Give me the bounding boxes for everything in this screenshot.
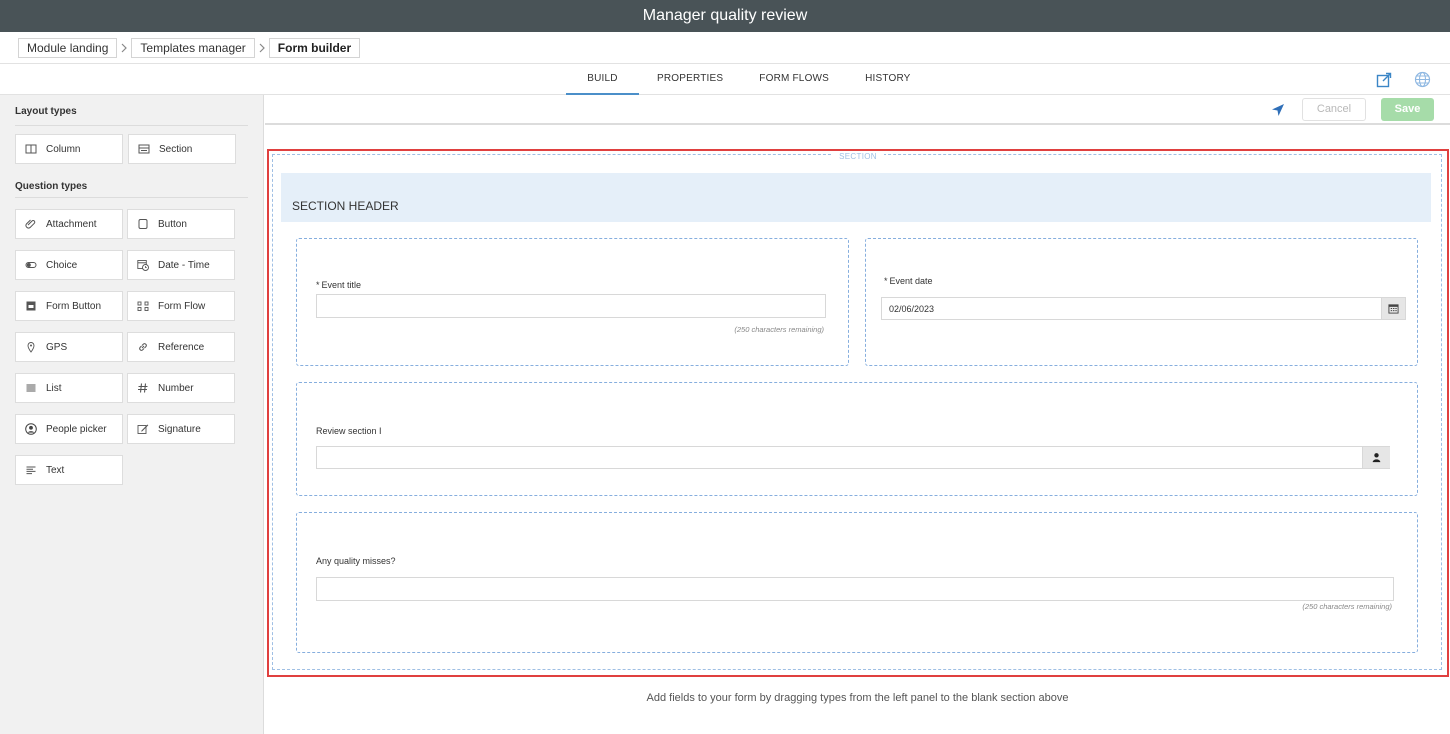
window-title: Manager quality review xyxy=(0,0,1450,32)
chevron-right-icon xyxy=(255,38,269,58)
required-mark: * xyxy=(884,276,888,286)
breadcrumb: Module landing Templates manager Form bu… xyxy=(0,32,1450,64)
event-title-input[interactable] xyxy=(316,294,826,318)
person-icon[interactable] xyxy=(1362,447,1390,468)
paperclip-icon xyxy=(24,217,38,231)
section-label: SECTION xyxy=(832,152,884,161)
tool-label: Button xyxy=(158,218,187,230)
event-date-label-text: Event date xyxy=(889,276,933,286)
review-section-label: Review section I xyxy=(316,426,382,436)
breadcrumb-templates-manager[interactable]: Templates manager xyxy=(131,37,255,58)
navigate-arrow-icon[interactable] xyxy=(1271,103,1285,117)
tool-label: Signature xyxy=(158,423,201,435)
review-section-input[interactable] xyxy=(316,446,1390,469)
tool-label: Form Button xyxy=(46,300,102,312)
text-lines-icon xyxy=(24,463,38,477)
tab-history[interactable]: HISTORY xyxy=(847,64,929,95)
tool-label: Choice xyxy=(46,259,78,271)
tool-label: Date - Time xyxy=(158,259,210,271)
tool-reference[interactable]: Reference xyxy=(127,332,235,362)
section-header[interactable]: SECTION HEADER xyxy=(281,173,1431,222)
question-types-heading: Question types xyxy=(15,181,88,192)
sidebar-palette: Layout types Column Section Question typ… xyxy=(0,95,264,734)
event-title-label: * Event title xyxy=(316,280,361,290)
tool-form-flow[interactable]: Form Flow xyxy=(127,291,235,321)
divider xyxy=(15,197,248,198)
quality-misses-label: Any quality misses? xyxy=(316,556,396,566)
divider xyxy=(15,125,248,126)
chevron-right-icon xyxy=(117,38,131,58)
tool-label: GPS xyxy=(46,341,68,353)
link-icon xyxy=(136,340,150,354)
section-icon xyxy=(137,142,151,156)
tool-choice[interactable]: Choice xyxy=(15,250,123,280)
column-icon xyxy=(24,142,38,156)
hash-icon xyxy=(136,381,150,395)
field-review-section[interactable] xyxy=(296,382,1418,496)
button-icon xyxy=(136,217,150,231)
external-edit-icon[interactable] xyxy=(1376,72,1392,88)
tool-label: Section xyxy=(159,143,193,155)
tool-label: Form Flow xyxy=(158,300,206,312)
tool-label: Column xyxy=(46,143,81,155)
tool-label: Attachment xyxy=(46,218,97,230)
drag-hint-text: Add fields to your form by dragging type… xyxy=(646,692,1069,704)
quality-misses-input[interactable] xyxy=(316,577,1394,601)
tool-form-button[interactable]: Form Button xyxy=(15,291,123,321)
map-pin-icon xyxy=(24,340,38,354)
tool-attachment[interactable]: Attachment xyxy=(15,209,123,239)
calendar-clock-icon xyxy=(136,258,150,272)
breadcrumb-module-landing[interactable]: Module landing xyxy=(18,37,118,58)
list-icon xyxy=(24,381,38,395)
form-button-icon xyxy=(24,299,38,313)
tool-label: Reference xyxy=(158,341,205,353)
event-title-label-text: Event title xyxy=(321,280,362,290)
tab-bar: BUILD PROPERTIES FORM FLOWS HISTORY xyxy=(0,64,1450,95)
tool-label: List xyxy=(46,382,62,394)
tool-text[interactable]: Text xyxy=(15,455,123,485)
flow-icon xyxy=(136,299,150,313)
action-bar: Cancel Save xyxy=(265,95,1450,125)
tab-build[interactable]: BUILD xyxy=(566,64,639,95)
event-title-remaining: (250 characters remaining) xyxy=(734,325,824,334)
tool-column[interactable]: Column xyxy=(15,134,123,164)
event-date-label: * Event date xyxy=(884,276,933,286)
globe-icon[interactable] xyxy=(1414,71,1431,88)
tool-list[interactable]: List xyxy=(15,373,123,403)
person-circle-icon xyxy=(24,422,38,436)
tab-form-flows[interactable]: FORM FLOWS xyxy=(741,64,847,95)
tab-properties[interactable]: PROPERTIES xyxy=(639,64,741,95)
calendar-icon[interactable] xyxy=(1381,298,1405,319)
save-button[interactable]: Save xyxy=(1381,98,1434,121)
tool-section[interactable]: Section xyxy=(128,134,236,164)
tool-date-time[interactable]: Date - Time xyxy=(127,250,235,280)
quality-misses-remaining: (250 characters remaining) xyxy=(1302,602,1392,611)
layout-types-heading: Layout types xyxy=(15,106,77,117)
required-mark: * xyxy=(316,280,320,290)
tool-label: Number xyxy=(158,382,194,394)
pencil-square-icon xyxy=(136,422,150,436)
tool-number[interactable]: Number xyxy=(127,373,235,403)
tool-button[interactable]: Button xyxy=(127,209,235,239)
tool-signature[interactable]: Signature xyxy=(127,414,235,444)
tool-label: People picker xyxy=(46,423,107,435)
event-date-input[interactable]: 02/06/2023 xyxy=(881,297,1406,320)
toggle-icon xyxy=(24,258,38,272)
breadcrumb-form-builder[interactable]: Form builder xyxy=(268,37,361,58)
tool-label: Text xyxy=(46,464,65,476)
tool-people-picker[interactable]: People picker xyxy=(15,414,123,444)
tool-gps[interactable]: GPS xyxy=(15,332,123,362)
cancel-button[interactable]: Cancel xyxy=(1302,98,1366,121)
